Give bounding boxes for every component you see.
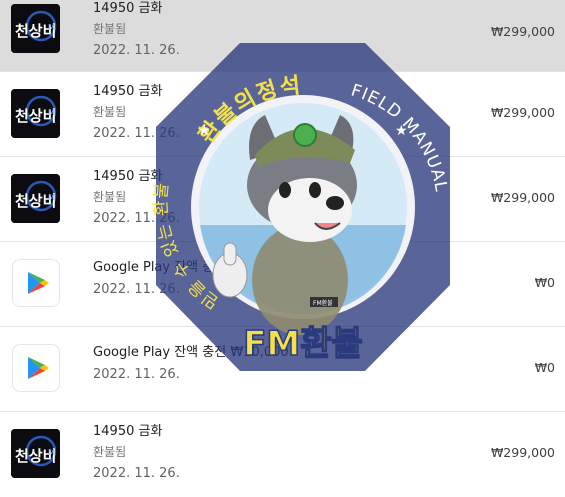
purchase-row[interactable]: 천상비 M 14950 금화 환불됨 2022. 11. 26. ₩299,00… xyxy=(0,72,565,157)
purchase-row[interactable]: 천상비 M 14950 금화 환불됨 2022. 11. 26. ₩299,00… xyxy=(0,412,565,497)
purchase-history-list: 천상비 M 14950 금화 환불됨 2022. 11. 26. ₩299,00… xyxy=(0,0,565,497)
google-play-icon xyxy=(12,344,60,392)
purchase-title: 14950 금화 xyxy=(93,424,163,439)
purchase-date: 2022. 11. 26. xyxy=(93,126,180,141)
purchase-row[interactable]: 천상비 M 14950 금화 환불됨 2022. 11. 26. ₩299,00… xyxy=(0,0,565,72)
purchase-row[interactable]: Google Play 잔액 충전 ₩50,000 2022. 11. 26. … xyxy=(0,242,565,327)
purchase-date: 2022. 11. 26. xyxy=(93,43,180,58)
game-icon: 천상비 M xyxy=(11,4,60,53)
purchase-date: 2022. 11. 26. xyxy=(93,211,180,226)
purchase-row[interactable]: Google Play 잔액 충전 ₩10,000 2022. 11. 26. … xyxy=(0,327,565,412)
game-icon: 천상비 M xyxy=(11,174,60,223)
purchase-row[interactable]: 천상비 M 14950 금화 환불됨 2022. 11. 26. ₩299,00… xyxy=(0,157,565,242)
purchase-title: 14950 금화 xyxy=(93,84,163,99)
google-play-icon xyxy=(12,259,60,307)
purchase-status: 환불됨 xyxy=(93,22,127,36)
svg-text:M: M xyxy=(48,23,55,32)
purchase-title: Google Play 잔액 충전 ₩50,000 xyxy=(93,260,289,275)
purchase-price: ₩0 xyxy=(534,275,555,290)
game-icon: 천상비 M xyxy=(11,429,60,478)
purchase-title: Google Play 잔액 충전 ₩10,000 xyxy=(93,345,289,360)
purchase-price: ₩299,000 xyxy=(490,190,555,205)
svg-text:M: M xyxy=(48,448,55,457)
purchase-price: ₩299,000 xyxy=(490,24,555,39)
purchase-price: ₩0 xyxy=(534,360,555,375)
purchase-title: 14950 금화 xyxy=(93,169,163,184)
purchase-status: 환불됨 xyxy=(93,445,127,459)
purchase-price: ₩299,000 xyxy=(490,105,555,120)
svg-text:M: M xyxy=(48,193,55,202)
purchase-date: 2022. 11. 26. xyxy=(93,367,180,382)
purchase-title: 14950 금화 xyxy=(93,1,163,16)
svg-text:M: M xyxy=(48,108,55,117)
purchase-date: 2022. 11. 26. xyxy=(93,282,180,297)
purchase-date: 2022. 11. 26. xyxy=(93,466,180,481)
purchase-status: 환불됨 xyxy=(93,105,127,119)
purchase-status: 환불됨 xyxy=(93,190,127,204)
game-icon: 천상비 M xyxy=(11,89,60,138)
